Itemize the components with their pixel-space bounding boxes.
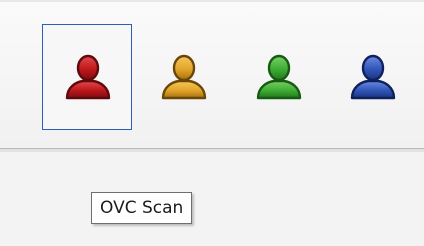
user-blue-button[interactable] bbox=[327, 24, 417, 130]
toolbar bbox=[0, 0, 424, 148]
user-red-button[interactable] bbox=[42, 24, 132, 130]
user-orange-button[interactable] bbox=[138, 24, 228, 130]
user-orange-icon bbox=[161, 54, 207, 100]
user-red-icon bbox=[65, 54, 111, 100]
tooltip: OVC Scan bbox=[91, 192, 193, 224]
toolbar-top-edge bbox=[0, 0, 424, 2]
user-green-button[interactable] bbox=[233, 24, 323, 130]
user-blue-icon bbox=[350, 54, 396, 100]
user-green-icon bbox=[256, 54, 302, 100]
content-area bbox=[0, 152, 424, 246]
